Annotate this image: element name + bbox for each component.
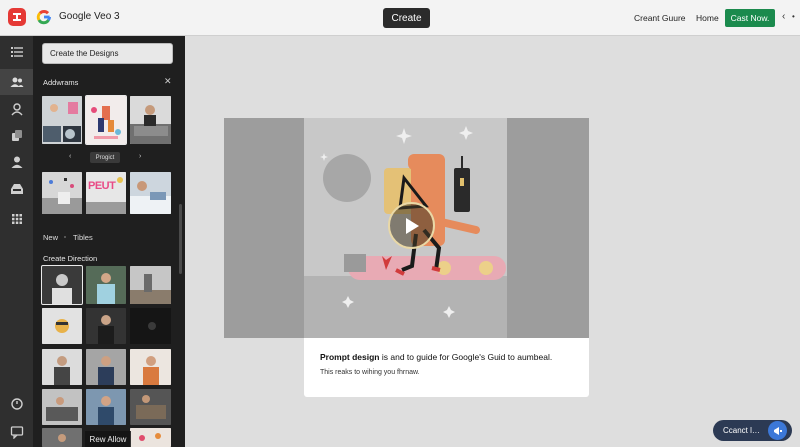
thumbnail-selected[interactable] xyxy=(41,265,83,305)
thumbnail[interactable] xyxy=(86,389,126,425)
side-panel: Create the Designs Addwrams ✕ ‹ Progict … xyxy=(33,36,185,447)
caption-title: Prompt design is and to guide for Google… xyxy=(320,352,573,362)
section-title-create-direction: Create Direction xyxy=(43,254,98,263)
thumbnail[interactable] xyxy=(42,389,82,425)
chevron-left-icon[interactable]: ‹ xyxy=(782,11,785,22)
inbox-icon[interactable] xyxy=(0,176,33,202)
thumbnail-caption: PEUT xyxy=(88,180,116,192)
power-icon[interactable] xyxy=(0,391,33,417)
thumbnail[interactable] xyxy=(130,349,171,385)
thumbnail[interactable] xyxy=(42,96,82,144)
play-icon[interactable] xyxy=(388,202,435,249)
profile-icon[interactable] xyxy=(0,149,33,175)
grid-icon[interactable] xyxy=(0,206,33,232)
tab-separator xyxy=(64,236,66,238)
cast-now-button[interactable]: Cast Now. xyxy=(725,9,775,27)
nav-link-home[interactable]: Home xyxy=(696,13,719,23)
caption-title-rest: is and to guide for Google's Guid to aum… xyxy=(379,352,553,362)
thumbnail[interactable] xyxy=(42,349,82,385)
create-designs-button[interactable]: Create the Designs xyxy=(42,43,173,64)
thumbnail[interactable] xyxy=(42,308,82,344)
google-g-icon xyxy=(35,8,53,26)
thumbnail[interactable] xyxy=(86,266,126,304)
caption-subtitle: This reaks to wihing you fhrnaw. xyxy=(320,369,420,376)
thumbnail[interactable]: PEUT xyxy=(86,172,126,214)
contact-pill-button[interactable]: Ccanct l… xyxy=(713,420,792,441)
pager-label[interactable]: Progict xyxy=(90,152,120,163)
chat-icon[interactable] xyxy=(0,419,33,445)
layers-icon[interactable] xyxy=(0,122,33,148)
section-title-addwrams: Addwrams xyxy=(43,78,79,87)
thumbnail[interactable] xyxy=(42,428,82,447)
thumbnail-selected[interactable] xyxy=(85,95,127,145)
nav-link-creant-guure[interactable]: Creant Guure xyxy=(634,13,686,23)
thumbnail[interactable] xyxy=(86,308,126,344)
chevron-right-icon[interactable]: • xyxy=(792,12,795,21)
icon-rail xyxy=(0,36,33,447)
preview-caption: Prompt design is and to guide for Google… xyxy=(304,338,589,397)
tab-new[interactable]: New xyxy=(43,233,58,242)
create-button[interactable]: Create xyxy=(383,8,430,28)
app-title: Google Veo 3 xyxy=(59,11,120,22)
scrollbar[interactable] xyxy=(179,204,182,274)
thumbnail-overlay-label[interactable]: Rew Allow xyxy=(85,431,131,447)
thumbnail[interactable] xyxy=(130,266,171,304)
close-icon[interactable]: ✕ xyxy=(164,76,172,87)
thumbnail[interactable] xyxy=(42,172,82,214)
thumbnail[interactable] xyxy=(86,349,126,385)
caption-title-bold: Prompt design xyxy=(320,352,380,362)
megaphone-icon[interactable] xyxy=(768,421,787,440)
list-icon[interactable] xyxy=(0,39,33,65)
thumbnail[interactable] xyxy=(130,96,171,144)
hexagon-logo-icon[interactable] xyxy=(8,8,26,26)
chevron-right-icon[interactable]: › xyxy=(139,153,141,160)
thumbnail[interactable] xyxy=(130,389,171,425)
tab-tibles[interactable]: Tibles xyxy=(73,233,93,242)
person-icon[interactable] xyxy=(0,96,33,122)
contact-pill-label: Ccanct l… xyxy=(723,426,760,435)
top-bar: Google Veo 3 Create Creant Guure Home Ca… xyxy=(0,0,800,36)
users-icon[interactable] xyxy=(0,69,33,95)
thumbnail[interactable] xyxy=(130,428,171,447)
chevron-left-icon[interactable]: ‹ xyxy=(69,153,71,160)
thumbnail[interactable] xyxy=(130,308,171,344)
thumbnail[interactable] xyxy=(130,172,171,214)
